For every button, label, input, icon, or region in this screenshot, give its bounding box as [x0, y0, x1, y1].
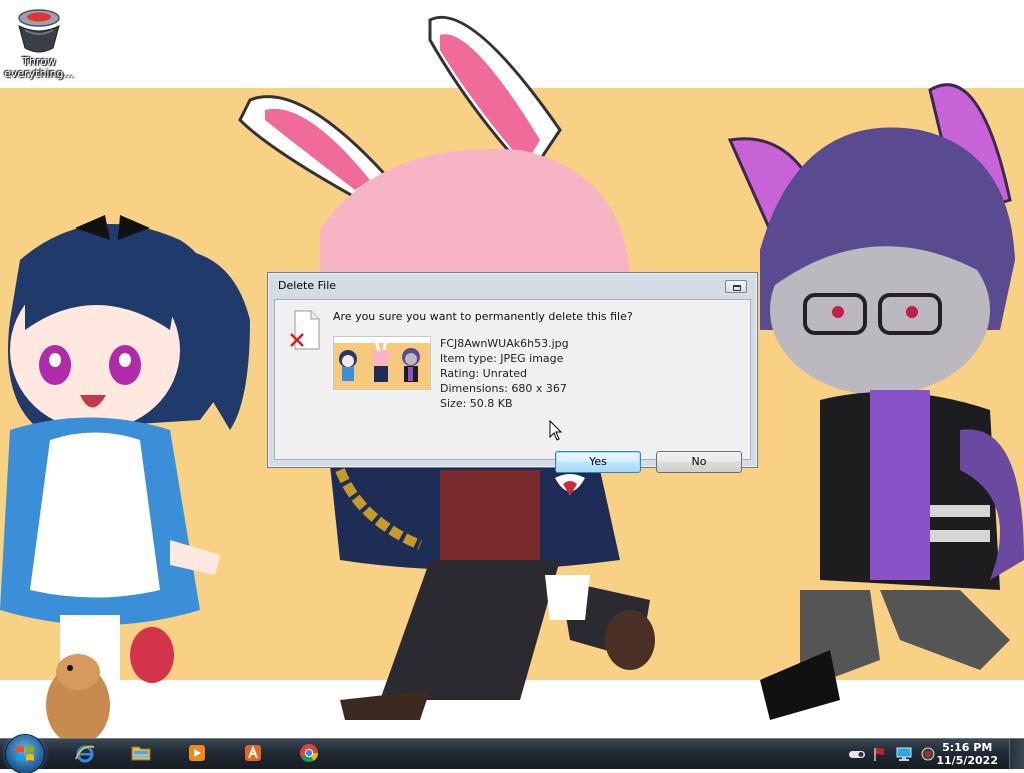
file-explorer-icon [131, 746, 151, 761]
mouse-cursor-icon [549, 419, 563, 442]
desktop-icon-throw-everything[interactable]: Throw everything... [4, 4, 74, 80]
app-icon [245, 745, 261, 761]
file-thumbnail [333, 336, 431, 390]
file-name: FCJ8AwnWUAk6h53.jpg [440, 337, 569, 350]
taskbar-file-explorer[interactable] [128, 742, 154, 766]
volume-icon[interactable] [920, 746, 936, 762]
show-desktop-button[interactable] [1009, 739, 1024, 769]
media-player-icon [189, 745, 205, 761]
desktop-icon-label: Throw everything... [4, 55, 74, 80]
toggle-icon[interactable] [848, 746, 865, 762]
taskbar-media-player[interactable] [184, 742, 210, 766]
file-size: Size: 50.8 KB [440, 397, 513, 410]
yes-button[interactable]: Yes [555, 451, 641, 473]
file-item-type: Item type: JPEG image [440, 352, 564, 365]
delete-file-icon [289, 310, 321, 350]
windows-logo-icon [16, 746, 34, 761]
system-tray [848, 745, 936, 763]
taskbar-internet-explorer[interactable] [72, 742, 98, 766]
recycle-bin-icon [15, 4, 63, 56]
action-center-flag-icon[interactable] [872, 746, 888, 762]
close-button[interactable] [725, 280, 747, 293]
confirm-question: Are you sure you want to permanently del… [333, 310, 633, 323]
taskbar-chrome[interactable] [296, 742, 322, 766]
dialog-titlebar[interactable]: Delete File [268, 273, 757, 299]
file-details: FCJ8AwnWUAk6h53.jpg Item type: JPEG imag… [440, 336, 569, 411]
file-rating: Rating: Unrated [440, 367, 528, 380]
network-icon[interactable] [896, 746, 912, 762]
internet-explorer-icon [75, 745, 95, 763]
taskbar-clock[interactable]: 5:16 PM 11/5/2022 [936, 741, 998, 767]
taskbar-app[interactable] [240, 742, 266, 766]
dialog-content: Are you sure you want to permanently del… [274, 299, 751, 473]
file-dimensions: Dimensions: 680 x 367 [440, 382, 567, 395]
clock-time: 5:16 PM [942, 741, 993, 754]
no-button[interactable]: No [656, 451, 742, 473]
taskbar: 5:16 PM 11/5/2022 [0, 735, 1024, 773]
dialog-title: Delete File [278, 279, 337, 292]
start-button[interactable] [6, 735, 44, 773]
clock-date: 11/5/2022 [936, 754, 998, 767]
delete-file-dialog: Delete File Are you sure you want to per… [267, 272, 758, 473]
chrome-icon [300, 744, 318, 763]
